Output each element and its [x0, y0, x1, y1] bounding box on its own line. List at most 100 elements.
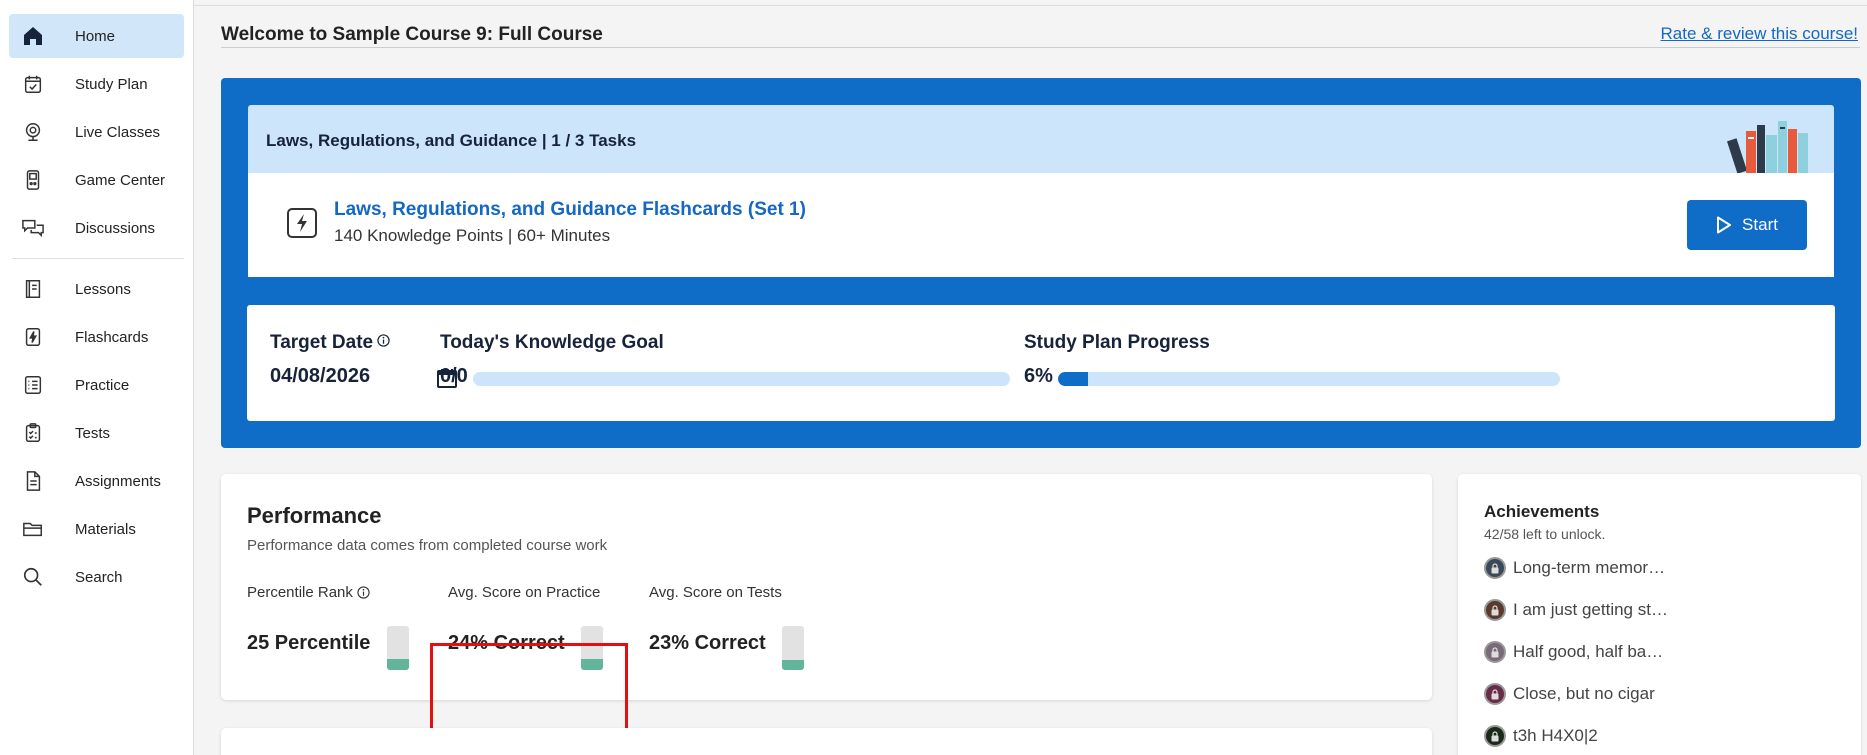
folder-icon: [19, 515, 47, 543]
metric-label: Avg. Score on Practice: [448, 584, 601, 601]
avg-tests-score-metric: Avg. Score on Tests 23% Correct: [649, 584, 804, 670]
lock-icon: [1484, 557, 1506, 579]
knowledge-goal-label: Today's Knowledge Goal: [440, 332, 664, 353]
highlight-box: [430, 643, 628, 739]
sidebar-item-home[interactable]: Home: [9, 14, 184, 58]
flashcard-icon: [19, 323, 47, 351]
achievement-label: Half good, half ba…: [1513, 642, 1664, 661]
achievement-label: Close, but no cigar: [1513, 684, 1655, 703]
sidebar-item-label: Materials: [75, 520, 136, 538]
current-task-panel: Laws, Regulations, and Guidance | 1 / 3 …: [221, 78, 1861, 448]
sidebar-item-tests[interactable]: Tests: [9, 411, 184, 455]
title-divider: [221, 47, 1860, 48]
sidebar-item-label: Game Center: [75, 171, 166, 189]
achievement-item[interactable]: I am just getting st…: [1484, 597, 1668, 623]
task-card: Laws, Regulations, and Guidance Flashcar…: [248, 173, 1834, 277]
sidebar-item-practice[interactable]: Practice: [9, 363, 184, 407]
sidebar-item-discussions[interactable]: Discussions: [9, 206, 184, 250]
sidebar-item-label: Search: [75, 568, 123, 586]
home-icon: [19, 22, 47, 50]
page-title: Welcome to Sample Course 9: Full Course: [221, 24, 603, 45]
lock-icon: [1484, 683, 1506, 705]
sidebar-item-materials[interactable]: Materials: [9, 507, 184, 551]
task-title-link[interactable]: Laws, Regulations, and Guidance Flashcar…: [334, 199, 806, 221]
metric-mini-bar-fill: [782, 659, 804, 670]
achievement-item[interactable]: Close, but no cigar: [1484, 681, 1655, 707]
metric-mini-bar: [387, 626, 409, 670]
achievement-label: I am just getting st…: [1513, 600, 1668, 619]
start-button-label: Start: [1742, 215, 1778, 234]
task-meta: 140 Knowledge Points | 60+ Minutes: [334, 226, 611, 245]
sidebar-item-search[interactable]: Search: [9, 555, 184, 599]
metric-label: Avg. Score on Tests: [649, 584, 782, 601]
target-date-value[interactable]: 04/08/2026: [270, 365, 370, 388]
metric-mini-bar-fill: [387, 659, 409, 670]
sidebar-item-label: Discussions: [75, 219, 156, 237]
achievements-card: Achievements 42/58 left to unlock. Long-…: [1458, 474, 1861, 755]
metric-value: 25 Percentile: [247, 632, 371, 654]
achievements-title: Achievements: [1484, 502, 1600, 521]
sidebar-item-label: Live Classes: [75, 123, 161, 141]
lock-icon: [1484, 599, 1506, 621]
book-icon: [19, 275, 47, 303]
target-date-label: Target Date: [270, 332, 390, 354]
avg-practice-score-metric: Avg. Score on Practice 24% Correct: [448, 584, 603, 670]
study-stats: Target Date 04/08/2026 Today's Knowledge…: [247, 305, 1835, 421]
sidebar-item-live-classes[interactable]: Live Classes: [9, 110, 184, 154]
checklist-icon: [19, 371, 47, 399]
sidebar-item-assignments[interactable]: Assignments: [9, 459, 184, 503]
study-plan-progress-label: Study Plan Progress: [1024, 332, 1210, 353]
task-group-header: Laws, Regulations, and Guidance | 1 / 3 …: [248, 105, 1834, 173]
rate-review-link[interactable]: Rate & review this course!: [1661, 24, 1858, 44]
webcam-icon: [19, 118, 47, 146]
top-divider: [194, 5, 1867, 6]
task-group-title: Laws, Regulations, and Guidance | 1 / 3 …: [266, 131, 637, 150]
achievement-label: t3h H4X0|2: [1513, 726, 1598, 745]
lock-icon: [1484, 725, 1506, 747]
sidebar-item-lessons[interactable]: Lessons: [9, 267, 184, 311]
knowledge-goal-value: 0/0: [440, 365, 468, 387]
achievements-subtitle: 42/58 left to unlock.: [1484, 526, 1606, 542]
metric-value: 23% Correct: [649, 632, 766, 654]
lock-icon: [1484, 641, 1506, 663]
sidebar-item-label: Lessons: [75, 280, 131, 298]
books-illustration-icon: [1726, 121, 1808, 173]
performance-card: Performance Performance data comes from …: [221, 474, 1432, 700]
metric-label-text: Percentile Rank: [247, 584, 353, 601]
performance-subtitle: Performance data comes from completed co…: [247, 537, 608, 554]
sidebar-item-label: Study Plan: [75, 75, 148, 93]
study-plan-progress-bar-fill: [1058, 372, 1089, 386]
info-icon[interactable]: [357, 586, 370, 599]
study-plan-progress-bar: [1058, 372, 1560, 386]
chat-bubbles-icon: [19, 214, 47, 242]
sidebar-item-game-center[interactable]: Game Center: [9, 158, 184, 202]
info-icon[interactable]: [377, 334, 390, 347]
secondary-card: [221, 728, 1432, 755]
sidebar-item-label: Practice: [75, 376, 130, 394]
sidebar-item-label: Home: [75, 27, 116, 45]
document-icon: [19, 467, 47, 495]
knowledge-goal-bar: [473, 372, 1010, 386]
achievement-label: Long-term memor…: [1513, 558, 1666, 577]
flashcard-icon: [287, 208, 317, 238]
target-date-label-text: Target Date: [270, 332, 374, 353]
achievement-item[interactable]: Half good, half ba…: [1484, 639, 1663, 665]
play-icon: [1717, 216, 1732, 234]
sidebar-item-label: Assignments: [75, 472, 161, 490]
sidebar-item-flashcards[interactable]: Flashcards: [9, 315, 184, 359]
start-button[interactable]: Start: [1687, 200, 1807, 250]
metric-mini-bar: [782, 626, 804, 670]
metric-label: Percentile Rank: [247, 584, 370, 601]
sidebar-item-study-plan[interactable]: Study Plan: [9, 62, 184, 106]
gameboy-icon: [19, 166, 47, 194]
sidebar: Home Study Plan Live Classes Game Center…: [0, 0, 194, 755]
sidebar-item-label: Tests: [75, 424, 111, 442]
achievement-item[interactable]: Long-term memor…: [1484, 555, 1665, 581]
search-icon: [19, 563, 47, 591]
performance-title: Performance: [247, 503, 382, 528]
percentile-rank-metric: Percentile Rank 25 Percentile: [247, 584, 409, 670]
study-plan-progress-value: 6%: [1024, 365, 1053, 387]
achievement-item[interactable]: t3h H4X0|2: [1484, 723, 1598, 749]
calendar-check-icon: [19, 70, 47, 98]
sidebar-divider: [12, 258, 184, 259]
